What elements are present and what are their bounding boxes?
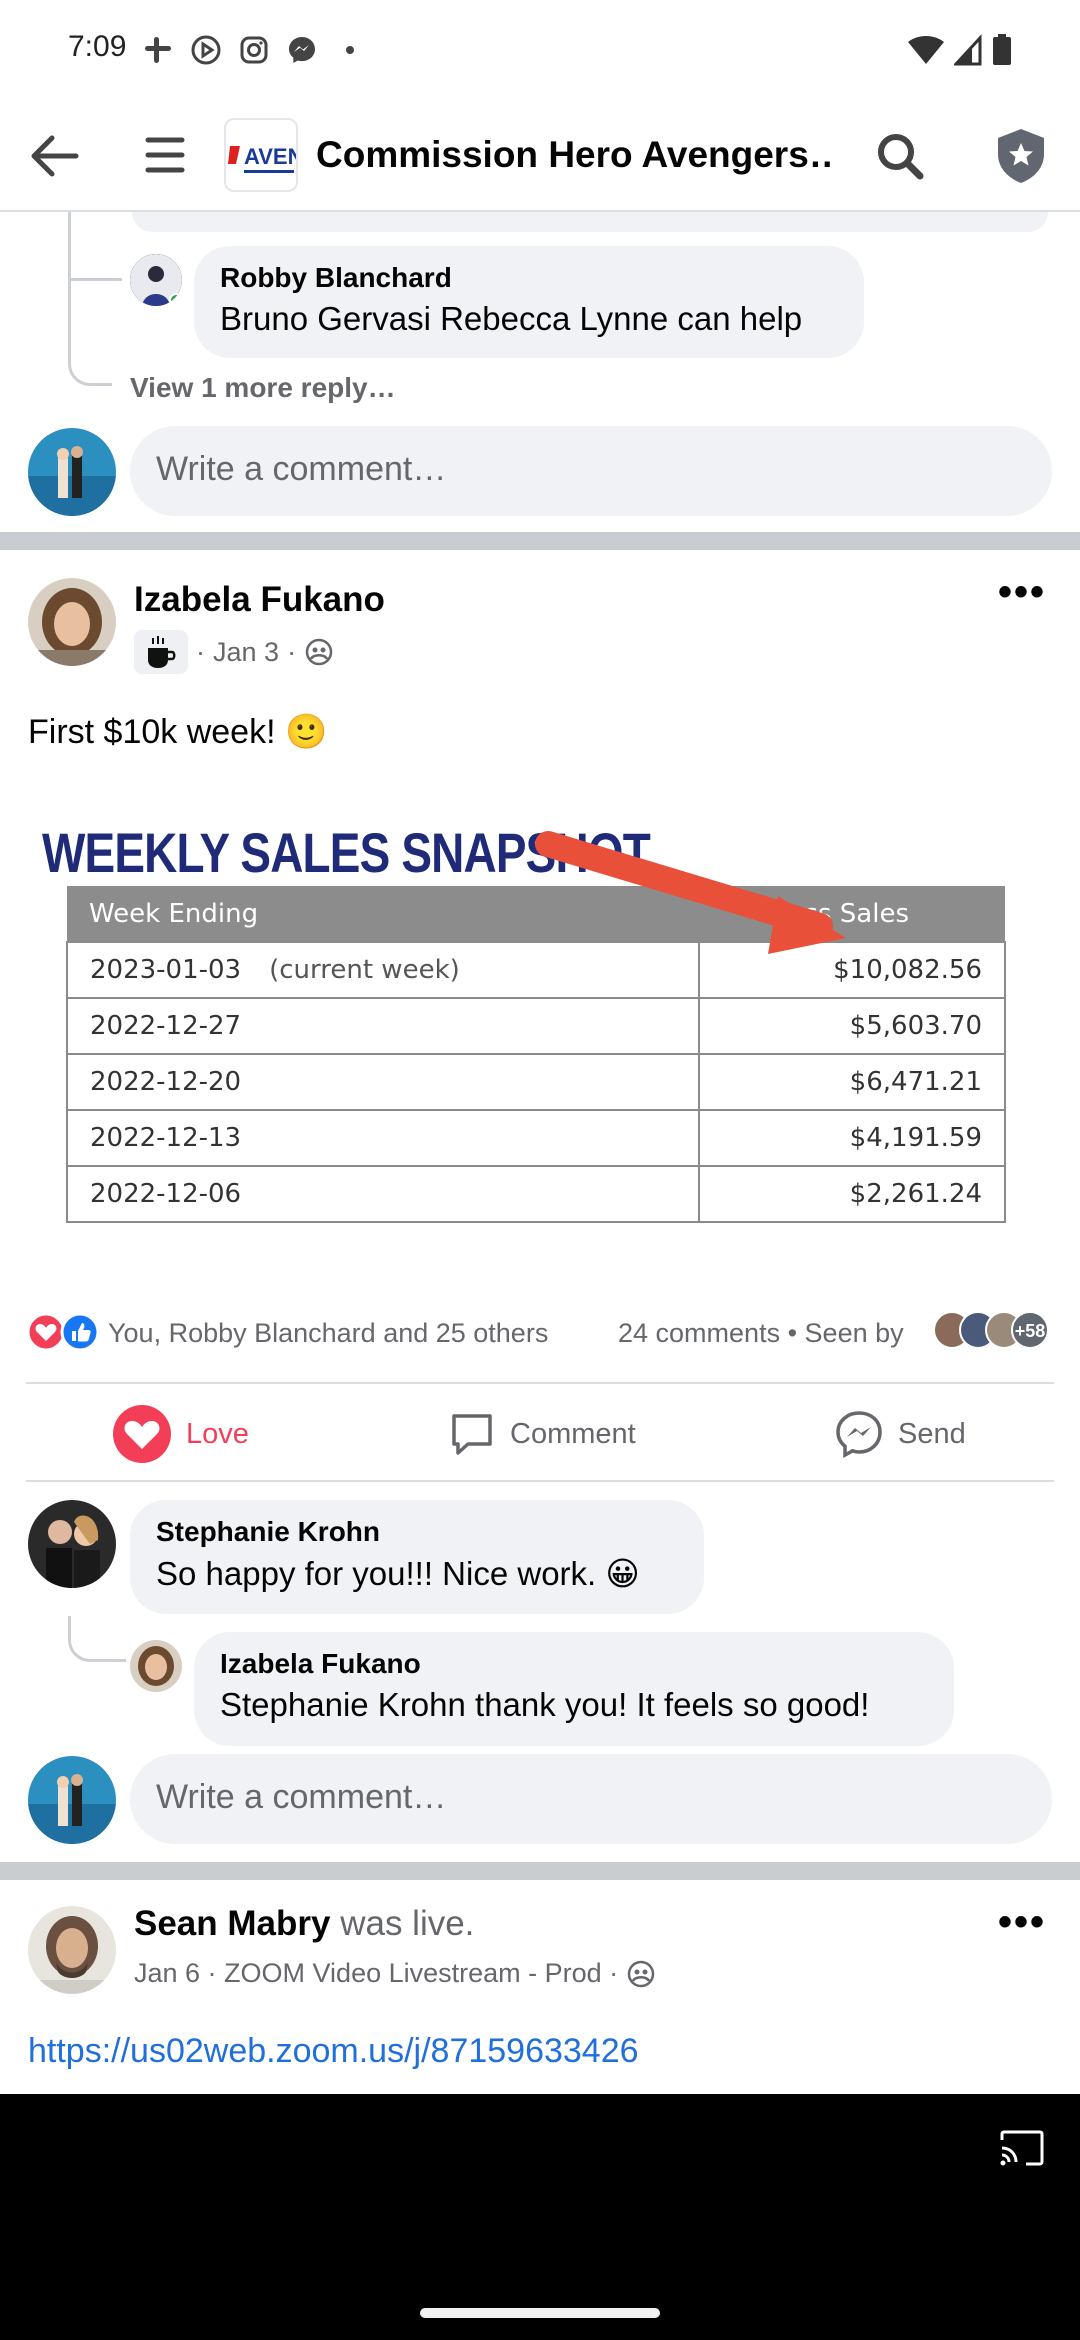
reaction-icons [26, 1312, 100, 1352]
reactions-text[interactable]: You, Robby Blanchard and 25 others [108, 1318, 548, 1349]
post-meta: · Jan 3 · [134, 630, 334, 674]
comment-text: Bruno Gervasi Rebecca Lynne can help [220, 300, 803, 337]
thread-line [68, 212, 112, 386]
next-post-meta: Jan 6 · ZOOM Video Livestream - Prod · [134, 1958, 656, 1989]
group-title[interactable]: Commission Hero Avengers… [316, 134, 836, 176]
status-time: 7:09 [68, 30, 127, 63]
reply-bubble[interactable]: Izabela Fukano Stephanie Krohn thank you… [194, 1632, 954, 1746]
comments-count[interactable]: 24 comments • Seen by [618, 1318, 904, 1349]
messenger-icon [289, 37, 315, 63]
love-icon [113, 1405, 171, 1463]
battery-icon [993, 34, 1011, 65]
next-post-author[interactable]: Sean Mabry [134, 1904, 330, 1943]
comment-input[interactable]: Write a comment… [130, 1754, 1052, 1844]
prev-comment-bubble-tail [132, 212, 1048, 232]
menu-icon[interactable] [140, 130, 190, 180]
meta-separator: · [196, 636, 205, 667]
instagram-icon [240, 36, 268, 64]
comment-placeholder: Write a comment… [156, 450, 447, 488]
seen-more-count: +58 [1015, 1321, 1046, 1341]
post-date[interactable]: Jan 3 [213, 637, 279, 668]
next-post-meta-text: Jan 6 · ZOOM Video Livestream - Prod · [134, 1958, 619, 1988]
system-icons [908, 34, 1012, 66]
wifi-icon [908, 36, 944, 64]
post-divider [0, 532, 1080, 550]
comment-icon [452, 1414, 492, 1455]
video-player-area[interactable] [0, 2094, 1080, 2340]
red-arrow-graphic [535, 831, 846, 954]
back-arrow-icon[interactable] [26, 128, 82, 184]
comment-author[interactable]: Stephanie Krohn [156, 1516, 678, 1548]
comment-label: Comment [510, 1417, 636, 1450]
seen-by-avatars[interactable]: +58 [932, 1310, 1080, 1350]
next-post-more-options[interactable]: ••• [998, 1900, 1046, 1945]
comment-input[interactable]: Write a comment… [130, 426, 1052, 516]
sales-snapshot-image[interactable]: WEEKLY SALES SNAPSHOT Week Ending Gross … [28, 800, 1028, 1260]
send-label: Send [898, 1417, 966, 1450]
commenter-avatar[interactable] [28, 1500, 116, 1588]
author-avatar[interactable] [28, 1906, 116, 1994]
view-more-replies[interactable]: View 1 more reply… [130, 372, 396, 404]
comment-button[interactable]: Comment [448, 1406, 636, 1462]
app-header: AVENG Commission Hero Avengers… [0, 100, 1080, 212]
search-icon[interactable] [872, 128, 928, 184]
reply-connector [68, 278, 122, 281]
next-post-status: was live. [340, 1904, 475, 1943]
group-privacy-icon [305, 638, 333, 666]
signal-icon [954, 34, 982, 66]
zoom-link[interactable]: https://us02web.zoom.us/j/87159633426 [28, 2032, 639, 2071]
avatar[interactable] [130, 254, 182, 306]
post-text: First $10k week! 🙂 [28, 713, 328, 751]
seen-by-label: Seen by [804, 1318, 904, 1348]
love-button[interactable]: Love [112, 1405, 249, 1463]
comment-text: So happy for you!!! Nice work. 😀 [156, 1555, 640, 1592]
reactions-summary[interactable]: You, Robby Blanchard and 25 others 24 co… [26, 1310, 1056, 1358]
slack-icon [145, 37, 171, 63]
dot-icon [346, 46, 354, 54]
post-author[interactable]: Izabela Fukano [134, 580, 385, 620]
love-label: Love [186, 1417, 249, 1450]
comment-author[interactable]: Robby Blanchard [220, 262, 838, 294]
group-privacy-icon [627, 1960, 655, 1987]
cast-icon[interactable] [998, 2128, 1046, 2168]
group-logo-image: AVENG [228, 144, 298, 173]
status-bar: 7:09 [0, 0, 1080, 100]
group-logo[interactable]: AVENG [224, 118, 298, 192]
logo-text: AVENG [244, 144, 298, 169]
my-avatar[interactable] [28, 1756, 116, 1844]
my-avatar[interactable] [28, 428, 116, 516]
comment-bubble[interactable]: Stephanie Krohn So happy for you!!! Nice… [130, 1500, 704, 1614]
post-action-bar: Love Comment Send [26, 1382, 1054, 1482]
reply-avatar[interactable] [130, 1640, 182, 1692]
comment-text: Stephanie Krohn thank you! It feels so g… [220, 1686, 870, 1723]
notification-icons [142, 34, 366, 66]
coffee-badge-icon [134, 630, 188, 674]
messenger-send-icon [836, 1411, 882, 1458]
comments-count-text: 24 comments [618, 1318, 781, 1348]
thread-line [68, 1616, 126, 1662]
play-icon [191, 35, 221, 65]
post-divider [0, 1862, 1080, 1880]
meta-separator-2: · [287, 636, 297, 667]
comment-placeholder: Write a comment… [156, 1778, 447, 1816]
author-avatar[interactable] [28, 578, 116, 666]
admin-shield-icon[interactable] [992, 126, 1050, 186]
comment-author[interactable]: Izabela Fukano [220, 1648, 928, 1680]
send-button[interactable]: Send [834, 1406, 966, 1462]
home-indicator[interactable] [420, 2308, 660, 2318]
reply-bubble[interactable]: Robby Blanchard Bruno Gervasi Rebecca Ly… [194, 246, 864, 358]
next-post-header: Sean Mabry was live. [134, 1904, 474, 1944]
post-more-options[interactable]: ••• [998, 570, 1046, 615]
